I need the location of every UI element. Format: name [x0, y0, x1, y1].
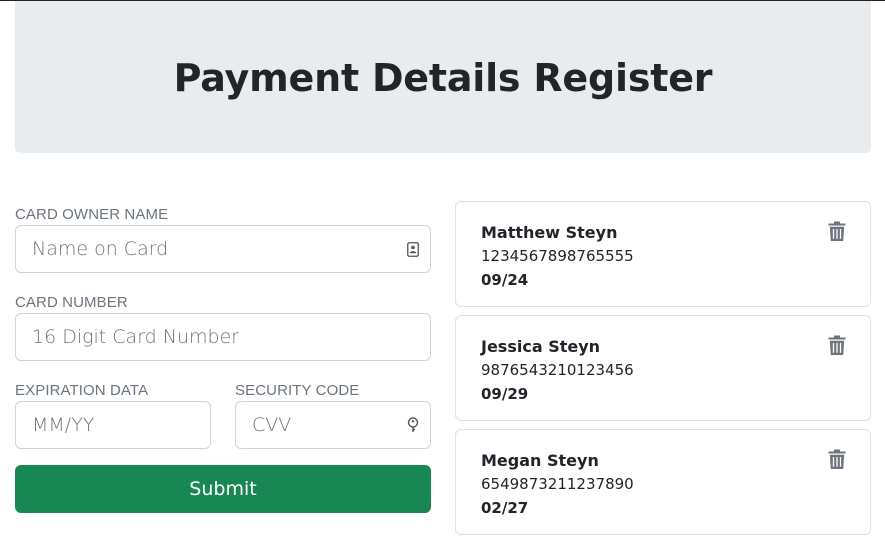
contact-card-icon	[406, 241, 420, 257]
trash-icon[interactable]	[826, 447, 848, 471]
expiration-input[interactable]	[16, 402, 210, 448]
security-code-field[interactable]	[235, 401, 431, 449]
security-code-input[interactable]	[236, 402, 430, 448]
page-title: Payment Details Register	[173, 56, 713, 100]
card-owner-label: CARD OWNER NAME	[15, 206, 169, 223]
expiration-label: EXPIRATION DATA	[15, 382, 149, 399]
card-owner-name: Megan Steyn	[481, 451, 599, 470]
card-owner-name: Jessica Steyn	[481, 337, 601, 356]
payment-card-item[interactable]: Jessica Steyn 9876543210123456 09/29	[455, 315, 871, 421]
card-expiry-text: 09/29	[481, 385, 529, 403]
payment-card-item[interactable]: Megan Steyn 6549873211237890 02/27	[455, 429, 871, 535]
card-owner-input[interactable]	[16, 226, 430, 272]
key-icon	[406, 417, 420, 433]
payment-card-item[interactable]: Matthew Steyn 1234567898765555 09/24	[455, 201, 871, 307]
card-owner-name: Matthew Steyn	[481, 223, 618, 242]
card-number-text: 1234567898765555	[481, 247, 634, 265]
card-number-label: CARD NUMBER	[15, 294, 128, 311]
header-banner: Payment Details Register	[15, 1, 871, 153]
card-owner-field[interactable]	[15, 225, 431, 273]
security-code-label: SECURITY CODE	[235, 382, 360, 399]
trash-icon[interactable]	[826, 219, 848, 243]
submit-button[interactable]: Submit	[15, 465, 431, 513]
card-number-text: 9876543210123456	[481, 361, 634, 379]
card-number-field[interactable]	[15, 313, 431, 361]
expiration-field[interactable]	[15, 401, 211, 449]
card-expiry-text: 02/27	[481, 499, 529, 517]
card-number-input[interactable]	[16, 314, 430, 360]
trash-icon[interactable]	[826, 333, 848, 357]
card-number-text: 6549873211237890	[481, 475, 634, 493]
card-expiry-text: 09/24	[481, 271, 529, 289]
